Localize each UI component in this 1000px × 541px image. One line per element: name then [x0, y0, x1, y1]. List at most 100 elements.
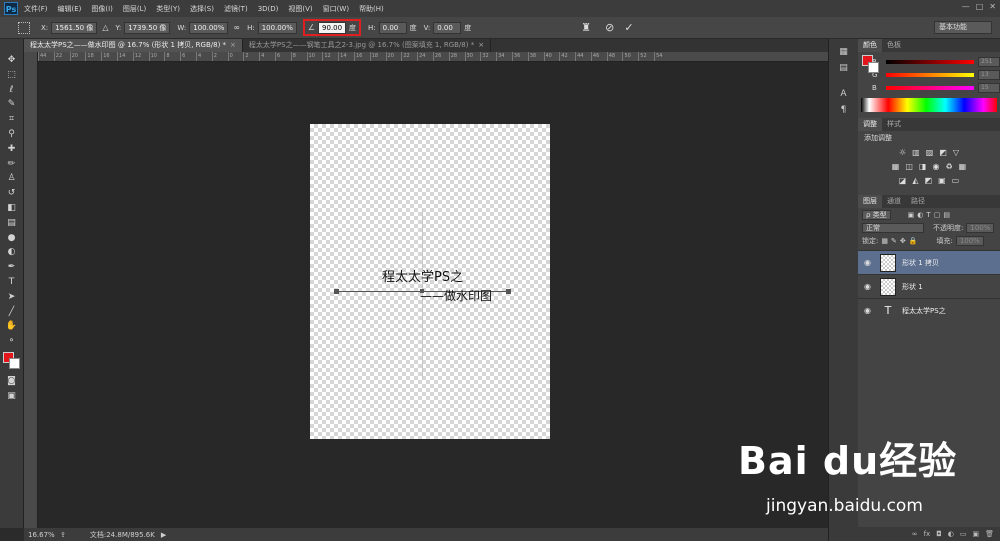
- menu-view[interactable]: 视图(V): [288, 4, 312, 14]
- crop-tool-icon[interactable]: ⌗: [4, 112, 20, 127]
- new-layer-icon[interactable]: ▣: [972, 530, 979, 538]
- horizontal-ruler[interactable]: 44 22 20 18 16 14 12 10 8 6 4 2 0 2 4 6 8 10 12 14 16 18 20 22 2…: [38, 52, 828, 62]
- invert-icon[interactable]: ◪: [899, 176, 907, 185]
- visibility-eye-icon[interactable]: ◉: [864, 306, 874, 315]
- canvas-text-title[interactable]: 程太太学PS之: [382, 266, 463, 285]
- slider-r[interactable]: R 251: [868, 55, 1000, 68]
- levels-icon[interactable]: ▥: [912, 148, 920, 157]
- vskew-field[interactable]: 0.00: [433, 21, 462, 34]
- blend-mode-select[interactable]: 正常: [862, 222, 924, 233]
- g-slider[interactable]: [886, 72, 974, 77]
- panel-background-color[interactable]: [868, 62, 879, 73]
- rotation-angle-field[interactable]: 90.00: [318, 21, 347, 34]
- opacity-field[interactable]: 100%: [966, 222, 995, 233]
- channel-mixer-icon[interactable]: ♻: [945, 162, 952, 171]
- tab-adjustments[interactable]: 调整: [858, 118, 882, 131]
- dodge-tool-icon[interactable]: ◐: [4, 245, 20, 260]
- r-value[interactable]: 251: [978, 56, 1000, 67]
- photo-filter-icon[interactable]: ◉: [932, 162, 939, 171]
- layer-row[interactable]: ◉ 形状 1: [858, 274, 1000, 298]
- exposure-icon[interactable]: ◩: [939, 148, 947, 157]
- visibility-eye-icon[interactable]: ◉: [864, 258, 874, 267]
- x-field[interactable]: 1561.50 像: [51, 21, 98, 34]
- menu-help[interactable]: 帮助(H): [359, 4, 384, 14]
- delta-icon[interactable]: △: [102, 23, 108, 32]
- b-value[interactable]: 15: [978, 82, 1000, 93]
- new-adjustment-icon[interactable]: ◐: [948, 530, 954, 538]
- commit-transform-icon[interactable]: ✓: [624, 21, 633, 34]
- filter-adjust-icon[interactable]: ◐: [917, 211, 923, 219]
- posterize-icon[interactable]: ◭: [912, 176, 918, 185]
- tab-styles[interactable]: 样式: [882, 118, 906, 131]
- selective-color-icon[interactable]: ▣: [938, 176, 946, 185]
- fill-field[interactable]: 100%: [955, 235, 984, 246]
- status-menu-icon[interactable]: ▶: [161, 531, 166, 539]
- hskew-field[interactable]: 0.00: [378, 21, 407, 34]
- menu-image[interactable]: 图像(I): [91, 4, 113, 14]
- menu-filter[interactable]: 滤镜(T): [224, 4, 248, 14]
- lock-paint-icon[interactable]: ✎: [891, 237, 897, 245]
- type-tool-icon[interactable]: T: [4, 275, 20, 290]
- close-tab-icon[interactable]: ×: [230, 41, 236, 49]
- tab-channels[interactable]: 通道: [882, 195, 906, 208]
- layer-name[interactable]: 程太太学PS之: [902, 306, 946, 316]
- layer-row[interactable]: ◉ 形状 1 拷贝: [858, 250, 1000, 274]
- menu-layer[interactable]: 图层(L): [123, 4, 146, 14]
- link-icon[interactable]: ∞: [233, 23, 240, 32]
- color-spectrum[interactable]: [861, 98, 997, 112]
- cancel-transform-icon[interactable]: ⊘: [605, 21, 614, 34]
- tab-watermark-doc[interactable]: 程太太学PS之——做水印图 @ 16.7% (形状 1 拷贝, RGB/8) *…: [24, 39, 243, 52]
- history-brush-tool-icon[interactable]: ↺: [4, 186, 20, 201]
- filter-pixel-icon[interactable]: ▣: [908, 211, 915, 219]
- path-select-tool-icon[interactable]: ➤: [4, 290, 20, 305]
- character-icon[interactable]: A: [840, 89, 846, 99]
- tab-color[interactable]: 颜色: [858, 39, 882, 52]
- menu-3d[interactable]: 3D(D): [258, 5, 279, 13]
- screen-mode-icon[interactable]: ▣: [4, 389, 20, 404]
- menu-type[interactable]: 类型(Y): [156, 4, 180, 14]
- lasso-tool-icon[interactable]: ℓ: [4, 83, 20, 98]
- close-tab-icon[interactable]: ×: [478, 41, 484, 49]
- marquee-tool-icon[interactable]: ⬚: [4, 68, 20, 83]
- quick-select-tool-icon[interactable]: ✎: [4, 97, 20, 112]
- gradient-tool-icon[interactable]: ▤: [4, 216, 20, 231]
- layer-kind-select[interactable]: ρ 类型: [862, 209, 891, 220]
- lock-move-icon[interactable]: ✥: [900, 237, 906, 245]
- eyedropper-tool-icon[interactable]: ⚲: [4, 127, 20, 142]
- color-balance-icon[interactable]: ◫: [905, 162, 913, 171]
- layer-name[interactable]: 形状 1: [902, 282, 923, 292]
- tab-paths[interactable]: 路径: [906, 195, 930, 208]
- r-slider[interactable]: [886, 59, 974, 64]
- background-color[interactable]: [8, 357, 20, 369]
- hand-tool-icon[interactable]: ✋: [4, 319, 20, 334]
- warp-icon[interactable]: ♜: [581, 21, 591, 34]
- filter-smart-icon[interactable]: ▤: [943, 211, 950, 219]
- shape-tool-icon[interactable]: ╱: [4, 305, 20, 320]
- slider-g[interactable]: G 13: [868, 68, 1000, 81]
- zoom-tool-icon[interactable]: ⚬: [4, 334, 20, 349]
- width-field[interactable]: 100.00%: [189, 21, 229, 34]
- y-field[interactable]: 1739.50 像: [124, 21, 171, 34]
- lock-all-icon[interactable]: 🔒: [909, 237, 918, 245]
- visibility-eye-icon[interactable]: ◉: [864, 282, 874, 291]
- share-icon[interactable]: ⇪: [60, 531, 66, 539]
- vibrance-icon[interactable]: ▽: [953, 148, 959, 157]
- lock-pixels-icon[interactable]: ▦: [881, 237, 888, 245]
- slider-b[interactable]: B 15: [868, 81, 1000, 94]
- link-layers-icon[interactable]: ∞: [912, 530, 918, 538]
- color-swatches[interactable]: [2, 351, 21, 370]
- menu-select[interactable]: 选择(S): [190, 4, 214, 14]
- curves-icon[interactable]: ▨: [926, 148, 934, 157]
- brush-tool-icon[interactable]: ✏: [4, 157, 20, 172]
- brightness-icon[interactable]: ☼: [899, 148, 906, 157]
- close-icon[interactable]: ✕: [989, 2, 996, 11]
- reference-point-icon[interactable]: [18, 21, 30, 34]
- quick-mask-icon[interactable]: ◙: [4, 374, 20, 389]
- canvas-text-subtitle[interactable]: ——做水印图: [420, 287, 492, 304]
- new-group-icon[interactable]: ▭: [960, 530, 967, 538]
- move-tool-icon[interactable]: ✥: [4, 53, 20, 68]
- history-icon[interactable]: ▦: [839, 47, 848, 57]
- menu-edit[interactable]: 编辑(E): [58, 4, 82, 14]
- anchor-point-left[interactable]: [334, 289, 339, 294]
- healing-tool-icon[interactable]: ✚: [4, 142, 20, 157]
